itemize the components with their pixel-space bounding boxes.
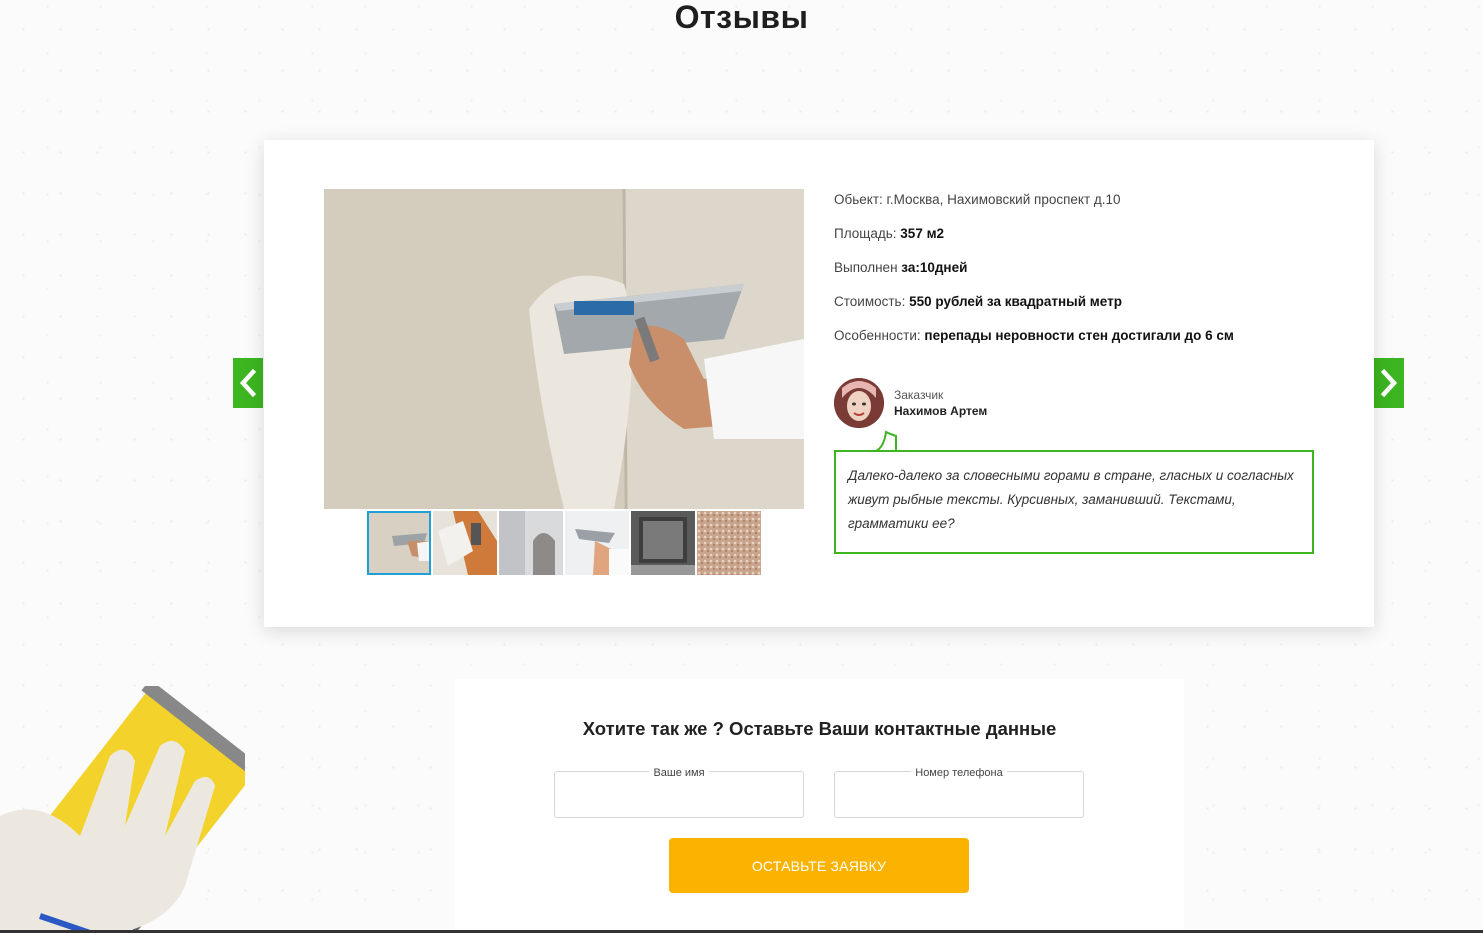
slider-next-button[interactable] <box>1374 358 1404 408</box>
review-main-photo <box>324 189 804 509</box>
duration-row: Выполнен за:10дней <box>834 260 968 275</box>
section-title: Отзывы <box>674 0 809 35</box>
customer-block: Заказчик Нахимов Артем <box>834 378 987 428</box>
customer-label: Заказчик <box>894 388 944 402</box>
phone-field: Номер телефона <box>834 767 1084 818</box>
customer-name: Нахимов Артем <box>894 404 988 418</box>
review-card: Обьект: г.Москва, Нахимовский проспект д… <box>264 140 1374 627</box>
sanding-block-illustration <box>0 686 245 933</box>
review-text: Далеко-далеко за словесными горами в стр… <box>834 450 1314 554</box>
form-title: Хотите так же ? Оставьте Ваши контактные… <box>582 718 1057 739</box>
thumbnail-5[interactable] <box>631 511 695 575</box>
area-row: Площадь: 357 м2 <box>834 226 945 241</box>
cost-row: Стоимость: 550 рублей за квадратный метр <box>834 294 1122 309</box>
object-row: Обьект: г.Москва, Нахимовский проспект д… <box>834 192 1121 207</box>
review-details: Обьект: г.Москва, Нахимовский проспект д… <box>834 192 1314 362</box>
chevron-right-icon <box>1380 369 1398 397</box>
avatar <box>834 378 884 428</box>
thumbnail-4[interactable] <box>565 511 629 575</box>
thumbnail-strip <box>367 511 761 575</box>
phone-field-label: Номер телефона <box>911 767 1007 779</box>
name-field-label: Ваше имя <box>649 767 709 779</box>
thumbnail-1[interactable] <box>367 511 431 575</box>
speech-bubble-tail <box>875 430 897 452</box>
thumbnail-3[interactable] <box>499 511 563 575</box>
thumbnail-6[interactable] <box>697 511 761 575</box>
submit-request-button[interactable]: Оставьте заявку <box>669 838 969 893</box>
chevron-left-icon <box>239 369 257 397</box>
name-field: Ваше имя <box>554 767 804 818</box>
slider-prev-button[interactable] <box>233 358 263 408</box>
features-row: Особенности: перепады неровности стен до… <box>834 328 1234 343</box>
thumbnail-2[interactable] <box>433 511 497 575</box>
contact-form: Хотите так же ? Оставьте Ваши контактные… <box>455 679 1184 933</box>
